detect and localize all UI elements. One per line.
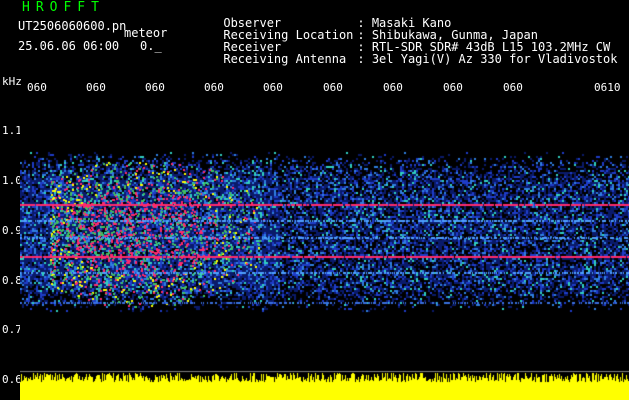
app-title: HROFFT — [22, 0, 105, 15]
date-time: 25.06.06 06:00 — [18, 39, 120, 53]
y-tick-label: 1.0 — [2, 174, 22, 187]
tag-label: meteor — [124, 26, 168, 40]
station-info: Observer: Masaki Kano Receiving Location… — [180, 5, 617, 65]
y-tick-label: 0.7 — [2, 323, 22, 336]
info-value: 3el Yagi(V) Az 330 for Vladivostok — [371, 52, 618, 66]
y-tick-label: 0.6 — [2, 373, 22, 386]
info-label: Receiving Antenna — [223, 52, 347, 66]
file-name: UT2506060600.pn — [18, 19, 127, 33]
spectrogram-waterfall — [20, 92, 629, 400]
hrofft-window: HROFFT UT2506060600.pn meteor 25.06.06 0… — [0, 0, 629, 400]
y-tick-label: 0.8 — [2, 274, 22, 287]
y-tick-label: 1.1 — [2, 124, 22, 137]
y-tick-label: 0.9 — [2, 224, 22, 237]
level-indicator: 0._ — [140, 39, 162, 53]
info-separator: : — [357, 52, 365, 66]
info-row-observer: Observer: Masaki Kano — [180, 5, 617, 29]
axis-unit-label: kHz — [2, 75, 22, 88]
